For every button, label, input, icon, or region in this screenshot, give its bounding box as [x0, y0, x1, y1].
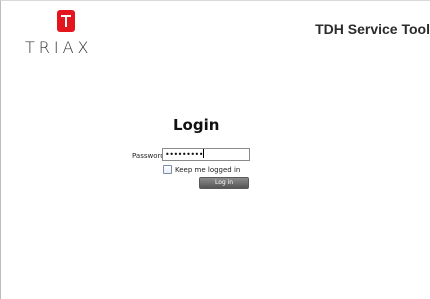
text-caret: [202, 149, 204, 158]
app-title: TDH Service Tool: [315, 21, 430, 37]
login-page: TRIAX TDH Service Tool Login Password ••…: [0, 0, 430, 299]
triax-logo-icon: [57, 10, 75, 32]
password-value: •••••••••: [165, 150, 203, 159]
password-label: Password: [132, 152, 165, 160]
remember-me-label[interactable]: Keep me logged in: [175, 166, 240, 174]
remember-me-row[interactable]: Keep me logged in: [163, 165, 240, 174]
brand-logo-text: TRIAX: [25, 38, 93, 57]
password-input[interactable]: •••••••••: [162, 148, 250, 161]
login-heading: Login: [173, 116, 220, 134]
login-button[interactable]: Log in: [199, 177, 249, 189]
remember-me-checkbox[interactable]: [163, 165, 172, 174]
